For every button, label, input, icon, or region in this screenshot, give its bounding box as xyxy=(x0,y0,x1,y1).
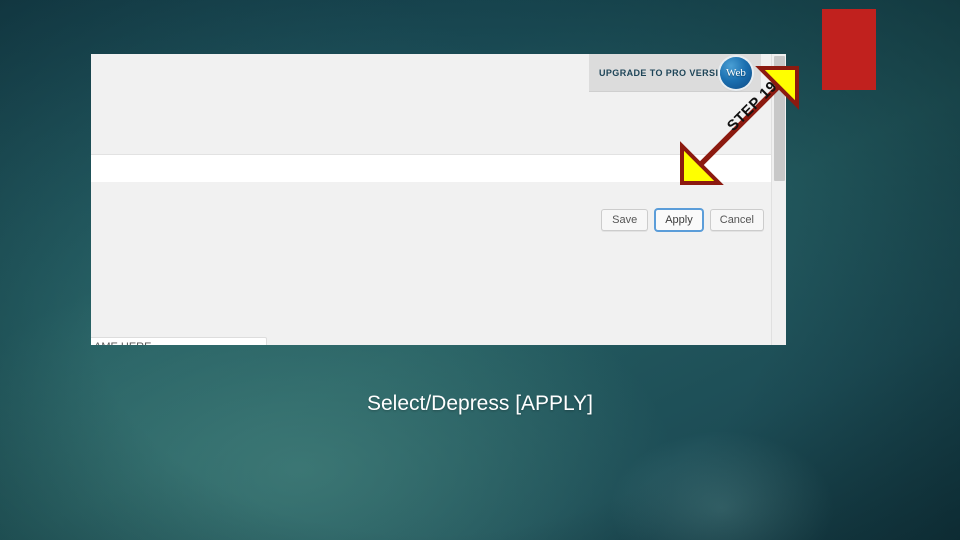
web-logo-icon: Web xyxy=(720,57,752,89)
name-field-value: AME HERE xyxy=(94,341,151,346)
cancel-button[interactable]: Cancel xyxy=(709,209,764,231)
save-button[interactable]: Save xyxy=(601,209,649,231)
editor-title-band xyxy=(91,154,786,184)
upgrade-to-pro-label: UPGRADE TO PRO VERSION xyxy=(599,67,733,78)
red-accent-rectangle xyxy=(822,9,876,90)
editor-body-area: Save Apply Cancel AME HERE Vis xyxy=(91,182,786,345)
web-logo-text: Web xyxy=(726,66,746,79)
cancel-button-label: Cancel xyxy=(719,214,754,226)
name-field[interactable]: AME HERE xyxy=(91,337,267,345)
page-scrollbar[interactable] xyxy=(771,54,786,345)
page-scrollbar-thumb[interactable] xyxy=(774,56,785,181)
apply-button[interactable]: Apply xyxy=(655,209,703,231)
screenshot-panel: UPGRADE TO PRO VERSION Web Save Apply Ca… xyxy=(91,54,786,345)
slide: UPGRADE TO PRO VERSION Web Save Apply Ca… xyxy=(0,0,960,540)
browser-chrome-area: UPGRADE TO PRO VERSION Web xyxy=(91,54,786,154)
save-button-label: Save xyxy=(612,214,638,226)
dialog-button-row: Save Apply Cancel xyxy=(601,209,764,231)
slide-caption: Select/Depress [APPLY] xyxy=(366,392,594,415)
apply-button-label: Apply xyxy=(665,214,693,226)
